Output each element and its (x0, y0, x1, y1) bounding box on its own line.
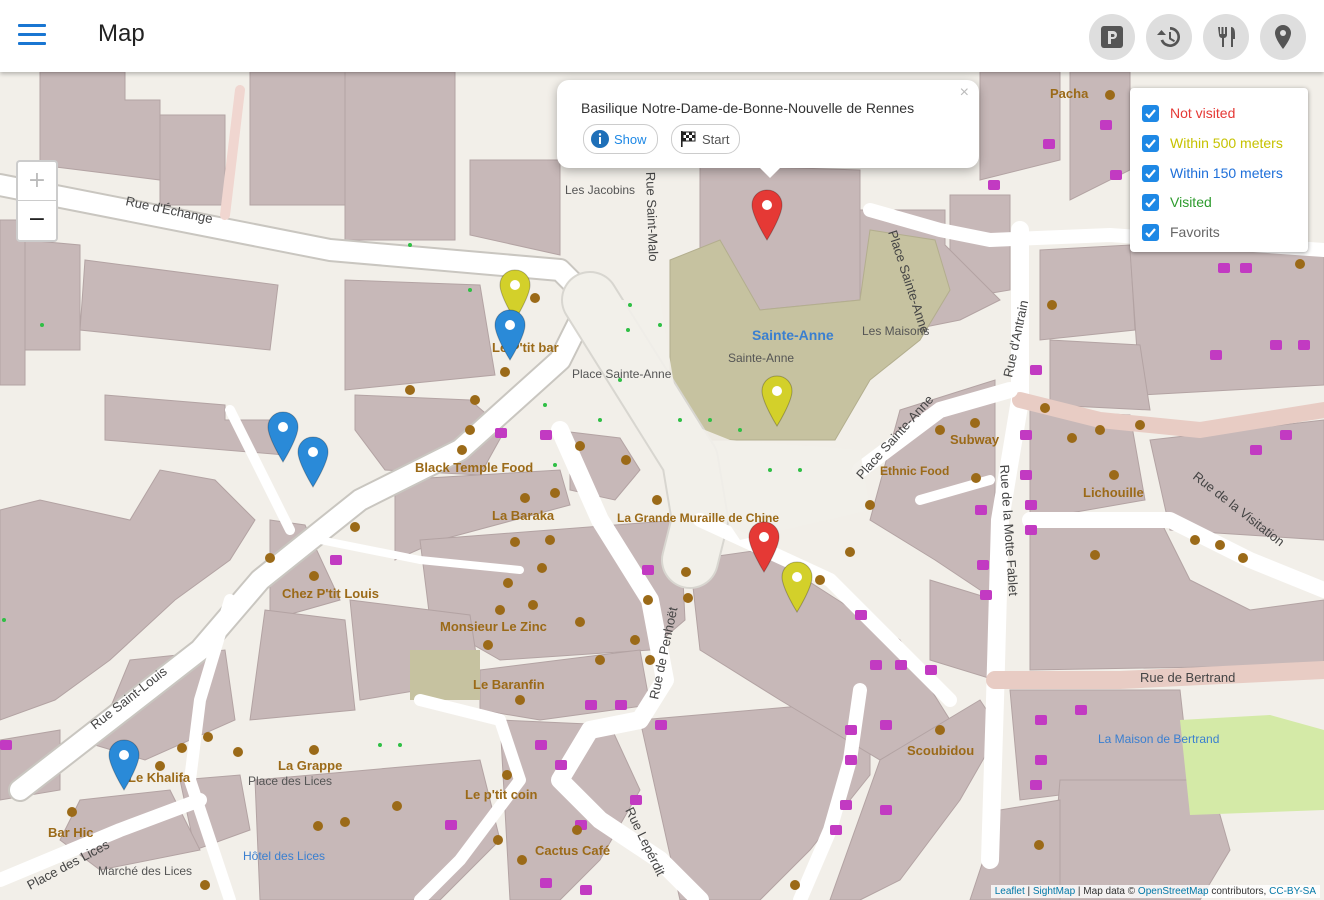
street-label: Rue de Bertrand (1140, 670, 1235, 685)
map-tiles[interactable]: Rue d'Échange Rue Saint-Louis Place des … (0, 72, 1324, 900)
layer-toggle-within-500-meters[interactable]: Within 500 meters (1142, 130, 1283, 156)
start-button-label: Start (702, 131, 730, 147)
zoom-in-button[interactable]: + (18, 162, 56, 201)
poi-label: Ethnic Food (880, 464, 949, 478)
poi-label: Chez P'tit Louis (282, 586, 379, 601)
map-attribution: Leaflet | SightMap | Map data © OpenStre… (990, 885, 1320, 898)
poi-label: Cactus Café (535, 843, 610, 858)
location-button[interactable] (1260, 14, 1306, 60)
attribution-text: Map data © (1083, 886, 1136, 897)
checkbox[interactable] (1142, 104, 1159, 122)
check-icon (1145, 168, 1156, 179)
checkbox[interactable] (1142, 134, 1159, 152)
poi-label: Sainte-Anne (752, 327, 834, 343)
poi-label: La Baraka (492, 508, 555, 523)
poi-label: Le p'tit coin (465, 787, 537, 802)
poi-label: Subway (950, 432, 1000, 447)
poi-label: Marché des Lices (98, 864, 192, 878)
license-link[interactable]: CC-BY-SA (1269, 886, 1316, 897)
fork-knife-icon (1218, 27, 1235, 47)
zoom-control: + − (16, 160, 58, 242)
parking-button[interactable] (1089, 14, 1135, 60)
zoom-out-button[interactable]: − (18, 201, 56, 239)
poi-label: Place Sainte-Anne (572, 367, 672, 381)
poi-label: Lichouille (1083, 485, 1144, 500)
poi-label: Black Temple Food (415, 460, 533, 475)
app-bar: Map (0, 0, 1324, 72)
history-icon (1157, 27, 1181, 47)
layer-label: Visited (1170, 194, 1212, 210)
poi-label: Scoubidou (907, 743, 974, 758)
layer-label: Within 500 meters (1170, 135, 1283, 151)
attribution-contrib: contributors, (1211, 886, 1267, 897)
poi-label: Sainte-Anne (728, 351, 794, 365)
history-button[interactable] (1146, 14, 1192, 60)
check-icon (1145, 108, 1156, 119)
checkbox[interactable] (1142, 164, 1159, 182)
show-button-label: Show (614, 131, 647, 147)
checkered-flag-icon (681, 131, 696, 147)
poi-label: Pacha (1050, 86, 1089, 101)
sightmap-link[interactable]: SightMap (1033, 886, 1075, 897)
poi-label: Monsieur Le Zinc (440, 619, 547, 634)
check-icon (1145, 197, 1156, 208)
page-title: Map (98, 20, 145, 47)
poi-label: La Grappe (278, 758, 342, 773)
layer-toggle-not-visited[interactable]: Not visited (1142, 100, 1235, 126)
poi-label: La Grande Muraille de Chine (617, 511, 779, 525)
layer-label: Within 150 meters (1170, 165, 1283, 181)
poi-label: Le Khalifa (128, 770, 191, 785)
poi-label: Bar Hic (48, 825, 94, 840)
street-label: Rue Saint-Malo (643, 172, 661, 262)
map-view[interactable]: Rue d'Échange Rue Saint-Louis Place des … (0, 72, 1324, 900)
restaurant-button[interactable] (1203, 14, 1249, 60)
check-icon (1145, 227, 1156, 238)
poi-label: Place des Lices (248, 774, 332, 788)
layer-toggle-within-150-meters[interactable]: Within 150 meters (1142, 160, 1283, 186)
layer-toggle-favorits[interactable]: Favorits (1142, 219, 1220, 245)
layer-label: Not visited (1170, 105, 1236, 121)
show-button[interactable]: Show (583, 124, 658, 154)
check-icon (1145, 138, 1156, 149)
info-icon (591, 130, 609, 148)
osm-link[interactable]: OpenStreetMap (1138, 886, 1209, 897)
popup-title: Basilique Notre-Dame-de-Bonne-Nouvelle d… (581, 100, 915, 116)
start-button[interactable]: Start (671, 124, 741, 154)
leaflet-link[interactable]: Leaflet (995, 886, 1025, 897)
marker-popup: × Basilique Notre-Dame-de-Bonne-Nouvelle… (557, 80, 979, 178)
location-pin-icon (1275, 25, 1291, 49)
layer-toggle-visited[interactable]: Visited (1142, 189, 1212, 215)
poi-label: La Maison de Bertrand (1098, 732, 1219, 746)
checkbox[interactable] (1142, 193, 1159, 211)
hamburger-menu-icon[interactable] (18, 24, 46, 48)
layer-filter-panel: Not visited Within 500 meters Within 150 m… (1130, 88, 1308, 252)
poi-label: Les Maisons (862, 324, 929, 338)
checkbox[interactable] (1142, 223, 1159, 241)
poi-label: Hôtel des Lices (243, 849, 325, 863)
parking-icon (1101, 26, 1123, 48)
popup-close-button[interactable]: × (960, 84, 969, 102)
poi-label: Le Baranfin (473, 677, 545, 692)
poi-label: Les Jacobins (565, 183, 635, 197)
layer-label: Favorits (1170, 224, 1220, 240)
